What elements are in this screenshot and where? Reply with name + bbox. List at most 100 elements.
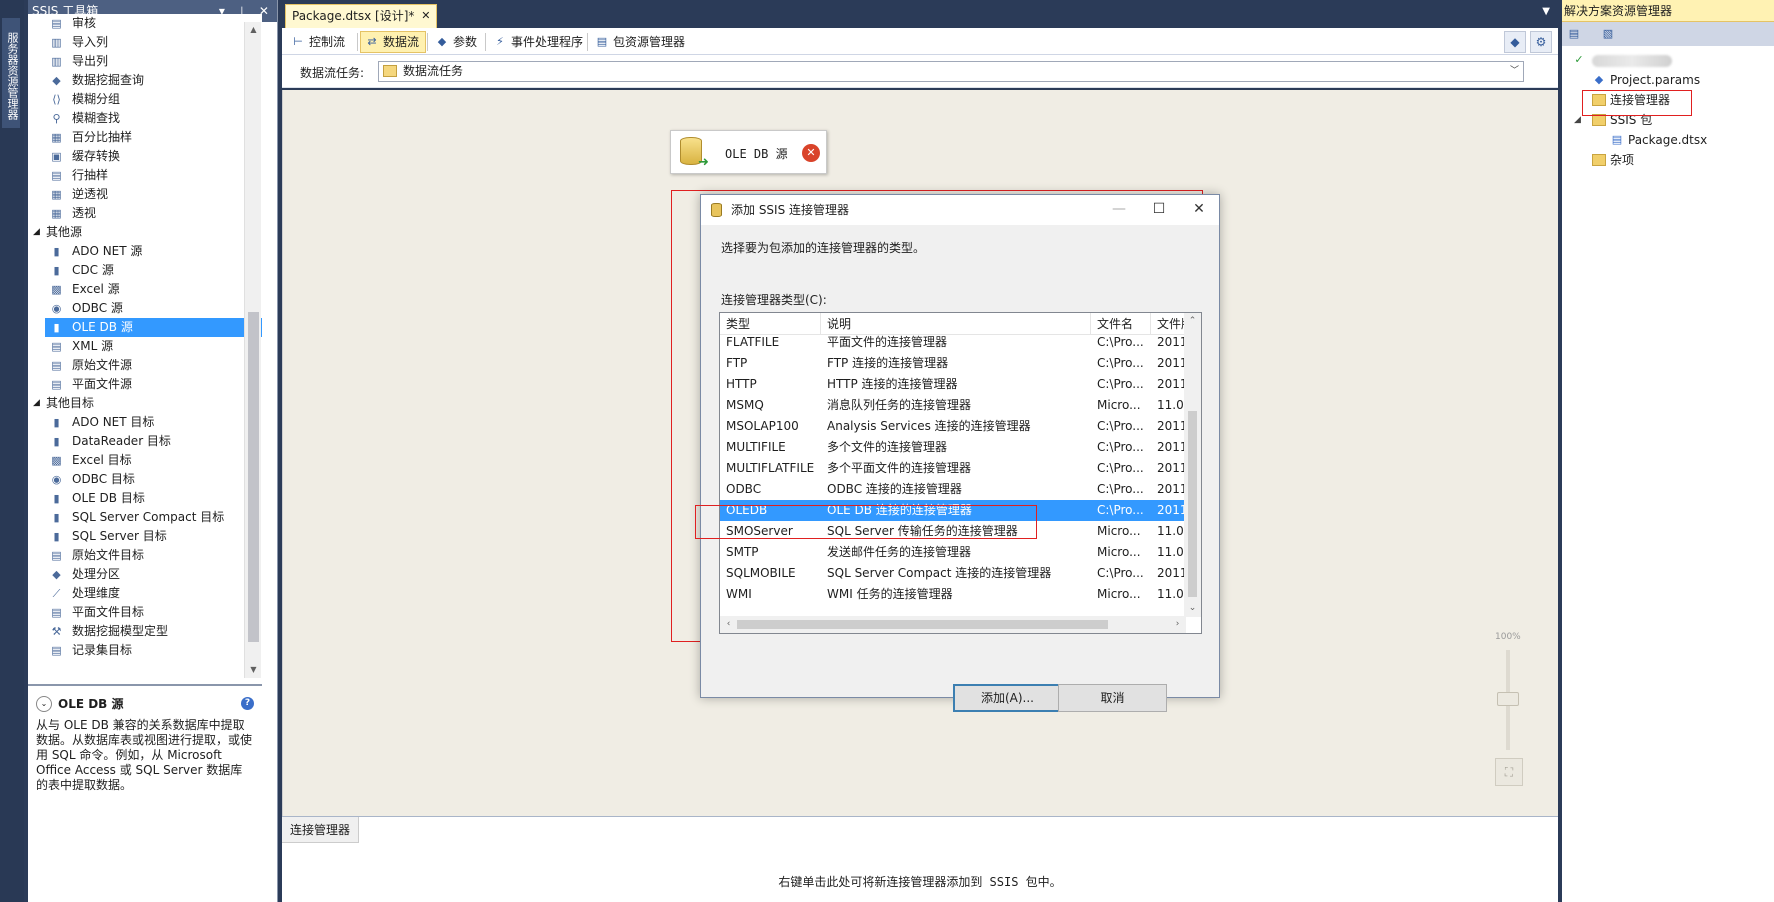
server-explorer-tab[interactable]: 服务器资源管理器 bbox=[2, 18, 20, 128]
toolbox-item[interactable]: ▤ 平面文件目标 bbox=[28, 603, 262, 622]
designer-tab[interactable]: ⚡ 事件处理程序 bbox=[488, 31, 590, 53]
list-row[interactable]: SMTP 发送邮件任务的连接管理器 Micro... 11.0. bbox=[720, 542, 1201, 563]
toolbox-item[interactable]: ▮ CDC 源 bbox=[28, 261, 262, 280]
list-cell: 2011 bbox=[1157, 440, 1187, 454]
toolbox-item[interactable]: ▮ ADO NET 源 bbox=[28, 242, 262, 261]
tree-item[interactable]: ▤ Package.dtsx bbox=[1562, 130, 1774, 150]
close-icon[interactable]: ✕ bbox=[1179, 195, 1219, 225]
show-all-files-icon[interactable]: ▧ bbox=[1600, 26, 1616, 42]
toolbox-scrollbar[interactable]: ▲ ▼ bbox=[244, 22, 261, 678]
list-horizontal-scrollbar[interactable]: ‹ › bbox=[720, 616, 1186, 633]
expand-arrow-icon[interactable]: ◢ bbox=[33, 394, 40, 413]
toolbox-item[interactable]: ▤ 行抽样 bbox=[28, 166, 262, 185]
designer-options-icon[interactable]: ⚙ bbox=[1530, 31, 1552, 53]
toolbox-item[interactable]: ◆ 数据挖掘查询 bbox=[28, 71, 262, 90]
chevron-down-icon[interactable]: ﹀ bbox=[1510, 62, 1519, 81]
list-row[interactable]: MSOLAP100 Analysis Services 连接的连接管理器 C:\Pr… bbox=[720, 416, 1201, 437]
list-cell: MULTIFILE bbox=[726, 440, 786, 454]
designer-zoom-icon[interactable]: ◆ bbox=[1504, 31, 1526, 53]
toolbox-item[interactable]: ▮ OLE DB 源 bbox=[45, 318, 262, 337]
help-icon[interactable]: ? bbox=[241, 697, 254, 710]
scroll-thumb[interactable] bbox=[248, 312, 259, 642]
toolbox-item[interactable]: ▦ 逆透视 bbox=[28, 185, 262, 204]
cancel-button[interactable]: 取消 bbox=[1058, 684, 1167, 712]
zoom-slider-handle[interactable] bbox=[1497, 692, 1519, 706]
list-row[interactable]: MSMQ 消息队列任务的连接管理器 Micro... 11.0. bbox=[720, 395, 1201, 416]
toolbox-item[interactable]: ▩ Excel 目标 bbox=[28, 451, 262, 470]
list-row[interactable]: FTP FTP 连接的连接管理器 C:\Pro... 2011 bbox=[720, 353, 1201, 374]
package-document-tab[interactable]: Package.dtsx [设计]* ✕ bbox=[285, 4, 438, 28]
toolbox-item[interactable]: ▤ 记录集目标 bbox=[28, 641, 262, 660]
scroll-up-icon[interactable]: ▲ bbox=[245, 22, 262, 38]
toolbox-item[interactable]: ⚲ 模糊查找 bbox=[28, 109, 262, 128]
tree-item[interactable]: 杂项 bbox=[1562, 150, 1774, 170]
scroll-up-icon[interactable]: ⌃ bbox=[1184, 313, 1201, 330]
designer-tab[interactable]: ▤ 包资源管理器 bbox=[590, 31, 692, 53]
toolbox-item[interactable]: ⚒ 数据挖掘模型定型 bbox=[28, 622, 262, 641]
toolbox-item[interactable]: ▮ SQL Server Compact 目标 bbox=[28, 508, 262, 527]
list-row[interactable]: SQLMOBILE SQL Server Compact 连接的连接管理器 C:\P… bbox=[720, 563, 1201, 584]
scroll-thumb[interactable] bbox=[737, 620, 1108, 629]
toolbox-item[interactable]: ▤ 平面文件源 bbox=[28, 375, 262, 394]
toolbox-item[interactable]: ▦ 透视 bbox=[28, 204, 262, 223]
toolbox-item[interactable]: ▩ Excel 源 bbox=[28, 280, 262, 299]
maximize-icon[interactable]: ☐ bbox=[1139, 195, 1179, 225]
list-row[interactable]: ODBC ODBC 连接的连接管理器 C:\Pro... 2011 bbox=[720, 479, 1201, 500]
toolbox-item[interactable]: ▮ DataReader 目标 bbox=[28, 432, 262, 451]
scroll-down-icon[interactable]: ⌄ bbox=[1184, 600, 1201, 617]
list-row[interactable]: HTTP HTTP 连接的连接管理器 C:\Pro... 2011 bbox=[720, 374, 1201, 395]
package-icon: ▤ bbox=[1611, 133, 1623, 146]
toolbox-item[interactable]: ▥ 导入列 bbox=[28, 33, 262, 52]
expand-arrow-icon[interactable]: ◢ bbox=[33, 223, 40, 242]
designer-tab[interactable]: ⇄ 数据流 bbox=[360, 31, 427, 53]
toolbox-item[interactable]: ▣ 缓存转换 bbox=[28, 147, 262, 166]
toolbox-item[interactable]: ▤ 原始文件目标 bbox=[28, 546, 262, 565]
toolbox-item[interactable]: ⟋ 处理维度 bbox=[28, 584, 262, 603]
data-flow-task-select[interactable]: 数据流任务 ﹀ bbox=[378, 61, 1524, 82]
add-button[interactable]: 添加(A)... bbox=[953, 684, 1062, 712]
scroll-thumb[interactable] bbox=[1188, 411, 1197, 597]
collapse-icon[interactable]: ⌄ bbox=[36, 696, 52, 712]
toolbox-group-header[interactable]: ◢ 其他源 bbox=[28, 223, 262, 242]
list-row[interactable]: FLATFILE 平面文件的连接管理器 C:\Pro... 2011 bbox=[720, 332, 1201, 353]
tree-item[interactable]: ◆ Project.params bbox=[1562, 70, 1774, 90]
scroll-down-icon[interactable]: ▼ bbox=[245, 662, 262, 678]
toolbox-item-label: 行抽样 bbox=[72, 168, 109, 182]
toolbox-item[interactable]: ◉ ODBC 源 bbox=[28, 299, 262, 318]
toolbox-item[interactable]: ◉ ODBC 目标 bbox=[28, 470, 262, 489]
toolbox-item[interactable]: ▥ 导出列 bbox=[28, 52, 262, 71]
excel-source-icon: ▩ bbox=[51, 283, 62, 296]
designer-tab[interactable]: ◆ 参数 bbox=[430, 31, 484, 53]
tab-overflow-icon[interactable]: ▼ bbox=[1542, 6, 1550, 17]
ole-db-source-component[interactable]: ➜ OLE DB 源 ✕ bbox=[670, 130, 827, 174]
scroll-left-icon[interactable]: ‹ bbox=[720, 616, 737, 633]
list-row[interactable]: WMI WMI 任务的连接管理器 Micro... 11.0. bbox=[720, 584, 1201, 605]
zoom-fit-icon[interactable]: ⛶ bbox=[1495, 758, 1523, 786]
expand-arrow-icon[interactable]: ◢ bbox=[1574, 110, 1581, 130]
properties-icon[interactable]: ▤ bbox=[1566, 26, 1582, 42]
toolbox-item[interactable]: ▦ 百分比抽样 bbox=[28, 128, 262, 147]
toolbox-item[interactable]: ⟨⟩ 模糊分组 bbox=[28, 90, 262, 109]
list-cell: 2011 bbox=[1157, 461, 1187, 475]
toolbox-item[interactable]: ▮ SQL Server 目标 bbox=[28, 527, 262, 546]
scroll-right-icon[interactable]: › bbox=[1169, 616, 1186, 633]
toolbox-item[interactable]: ▤ XML 源 bbox=[28, 337, 262, 356]
list-vertical-scrollbar[interactable]: ⌃ ⌄ bbox=[1184, 313, 1201, 617]
tree-item-label: Package.dtsx bbox=[1628, 133, 1708, 147]
toolbox-item[interactable]: ▮ ADO NET 目标 bbox=[28, 413, 262, 432]
toolbox-item[interactable]: ▮ OLE DB 目标 bbox=[28, 489, 262, 508]
project-name-redacted bbox=[1592, 54, 1672, 67]
toolbox-item[interactable]: ▤ 审核 bbox=[28, 14, 262, 33]
connection-managers-tab[interactable]: 连接管理器 bbox=[282, 817, 360, 843]
list-row[interactable]: MULTIFILE 多个文件的连接管理器 C:\Pro... 2011 bbox=[720, 437, 1201, 458]
connection-managers-tray[interactable]: 连接管理器 右键单击此处可将新连接管理器添加到 SSIS 包中。 bbox=[282, 816, 1558, 902]
ole-db-destination-icon: ▮ bbox=[53, 492, 60, 505]
toolbox-group-header[interactable]: ◢ 其他目标 bbox=[28, 394, 262, 413]
designer-tab[interactable]: ⊢ 控制流 bbox=[286, 31, 352, 53]
close-tab-icon[interactable]: ✕ bbox=[421, 5, 430, 27]
toolbox-item[interactable]: ◆ 处理分区 bbox=[28, 565, 262, 584]
connection-type-list[interactable]: 类型说明文件名文件版本 FLATFILE平面文件的连接管理器C:\Pro...2… bbox=[719, 312, 1202, 634]
list-row[interactable]: MULTIFLATFILE 多个平面文件的连接管理器 C:\Pro... 2011 bbox=[720, 458, 1201, 479]
tree-item-project[interactable]: ✓ bbox=[1562, 50, 1774, 70]
toolbox-item[interactable]: ▤ 原始文件源 bbox=[28, 356, 262, 375]
